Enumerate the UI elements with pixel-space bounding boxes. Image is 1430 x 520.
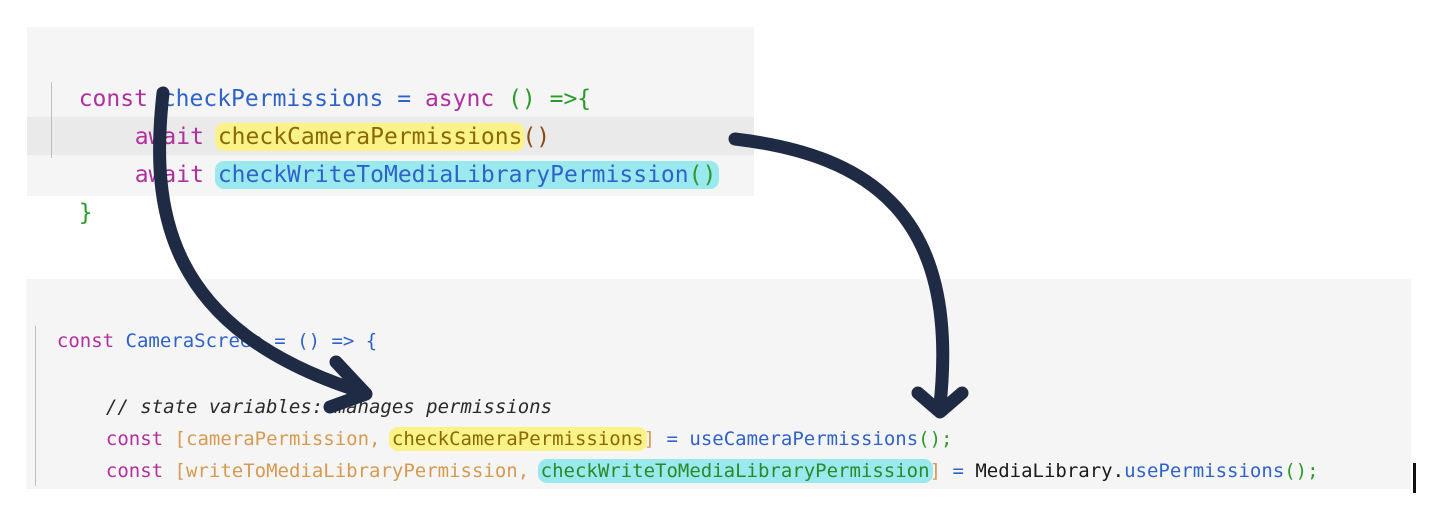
arrow-check-camera-curve	[153, 86, 369, 399]
annotation-arrows	[153, 86, 969, 419]
arrow-check-write-media-curve	[728, 132, 950, 412]
